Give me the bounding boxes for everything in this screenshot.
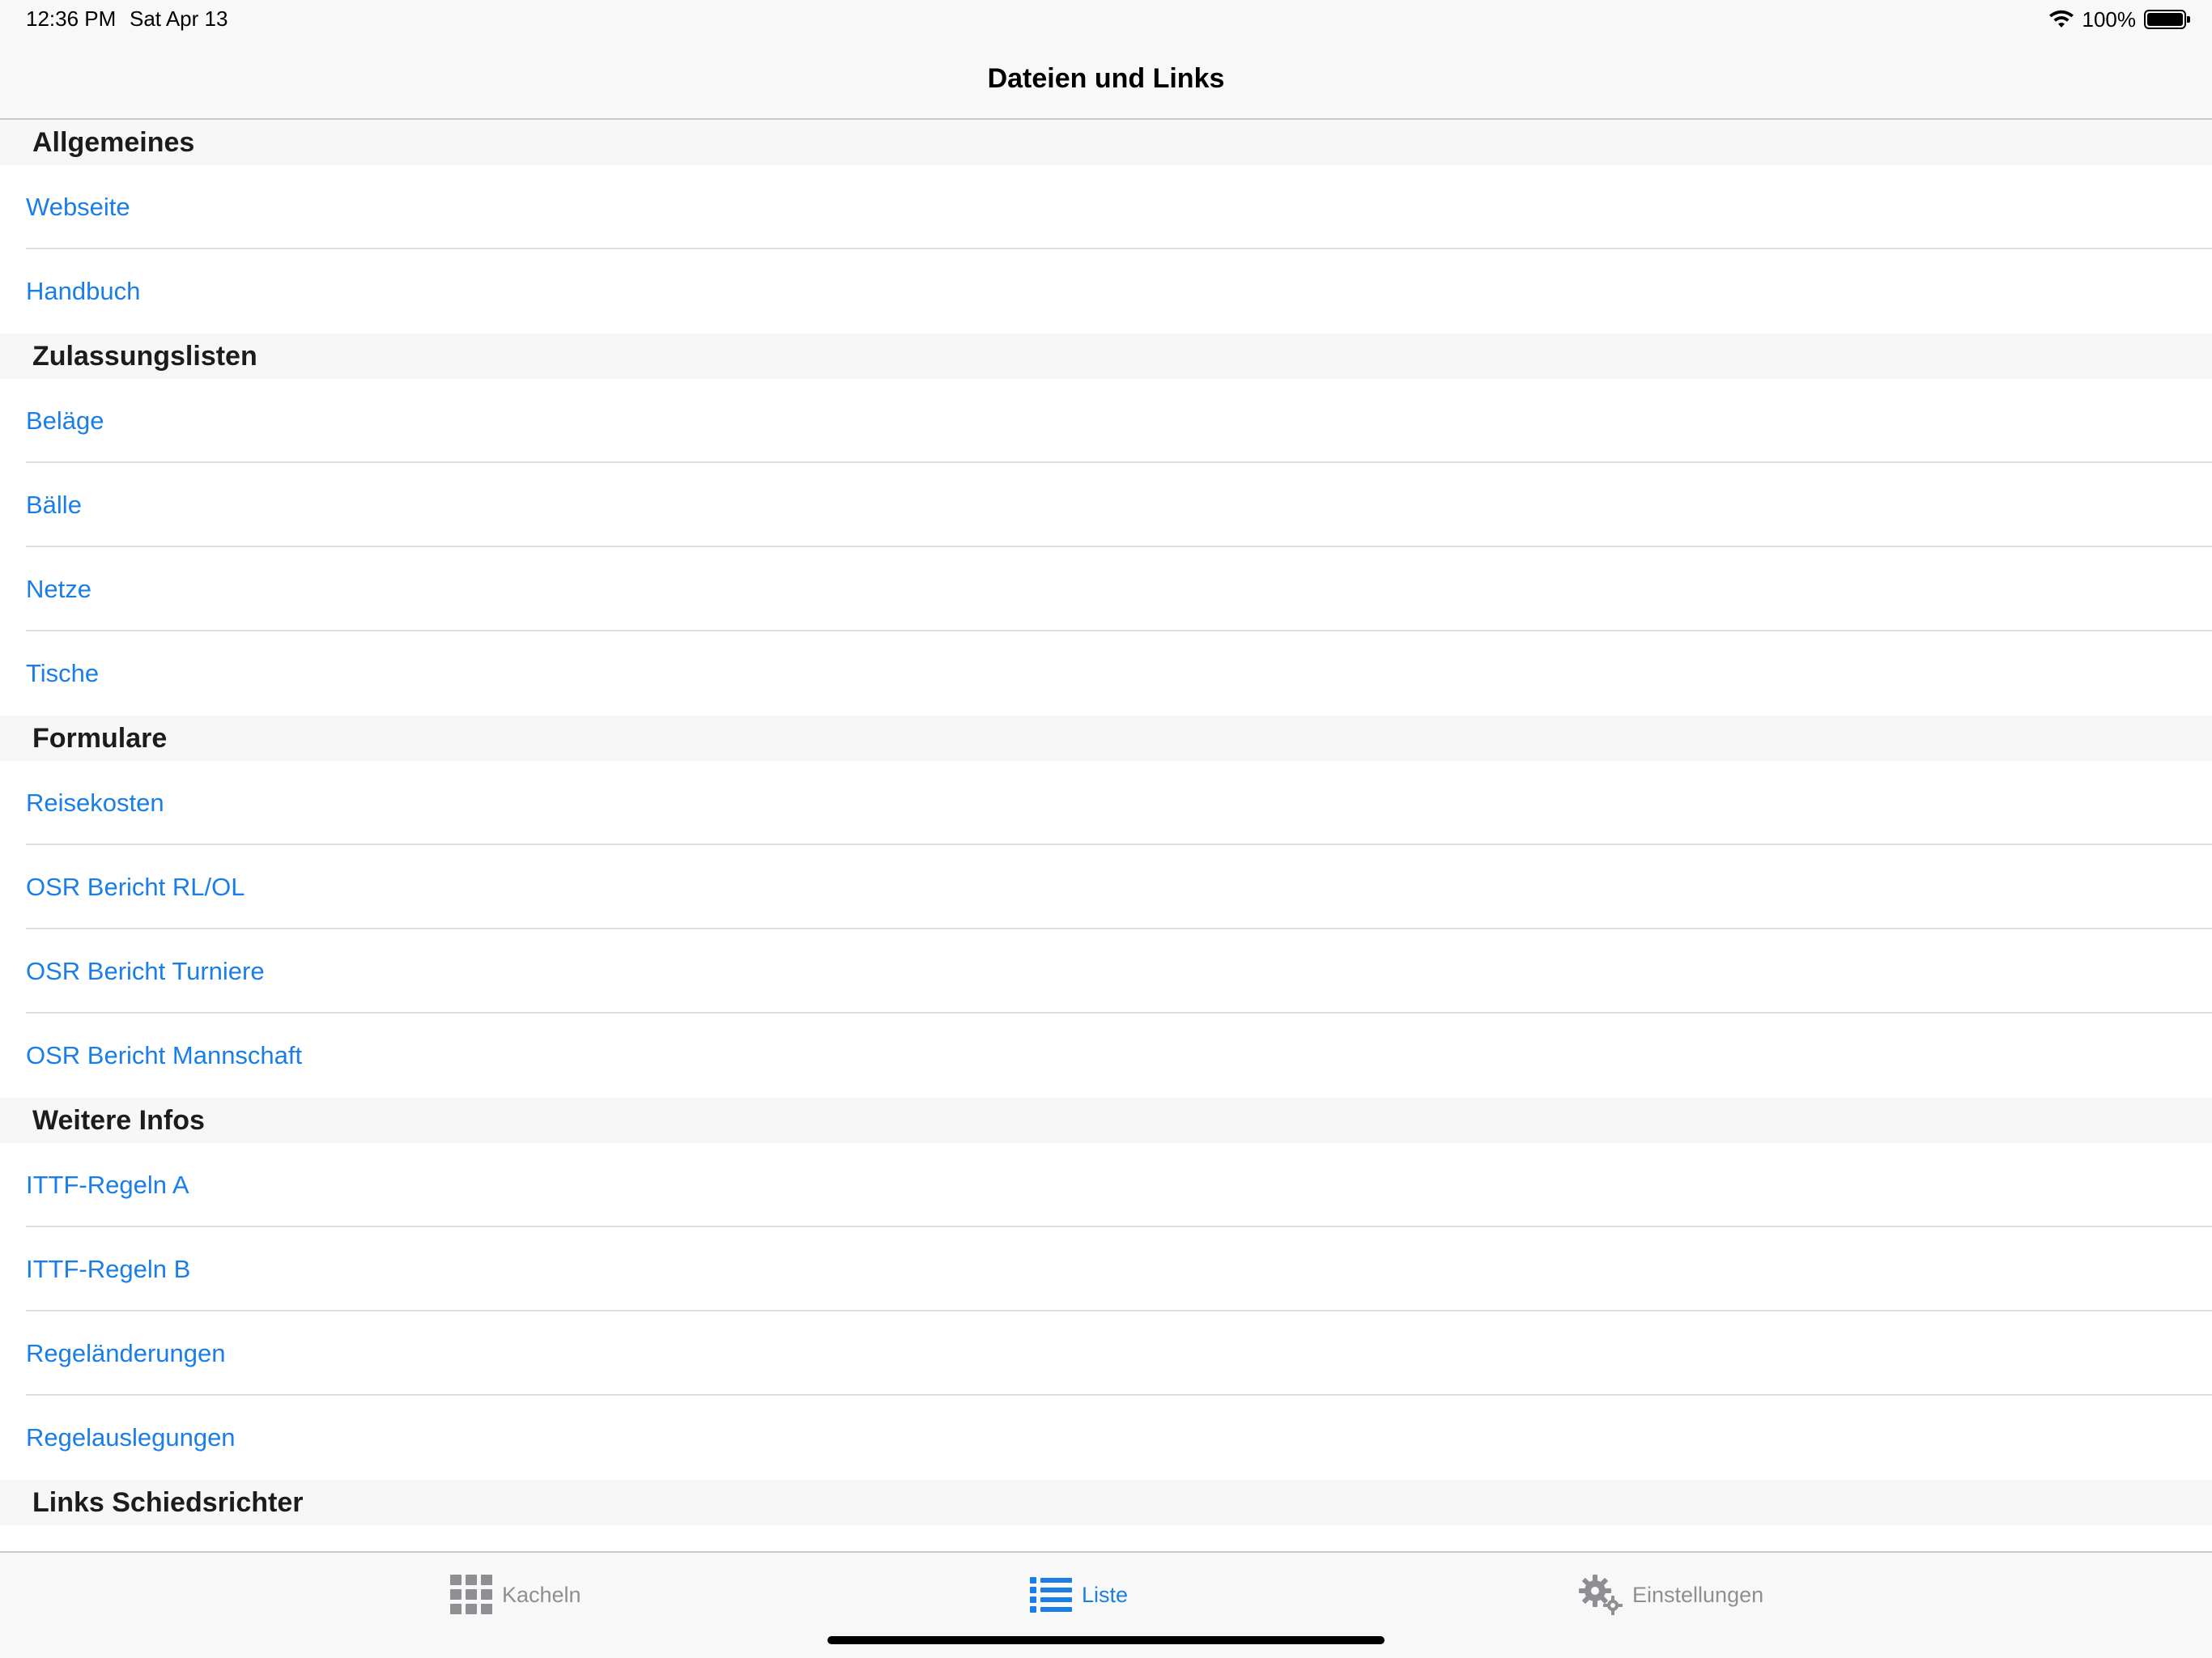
list-item[interactable]: Regeländerungen bbox=[0, 1312, 2212, 1396]
list-item-label: ITTF-Regeln B bbox=[26, 1255, 191, 1283]
list-item-label: Beläge bbox=[26, 406, 104, 435]
battery-fill bbox=[2147, 13, 2183, 26]
tab-label-liste: Liste bbox=[1082, 1582, 1129, 1607]
list-item[interactable]: Bälle bbox=[0, 463, 2212, 547]
page-title: Dateien und Links bbox=[987, 62, 1225, 94]
tab-label-einstellungen: Einstellungen bbox=[1632, 1582, 1764, 1607]
section-header: Formulare bbox=[0, 716, 2212, 761]
list-item-label: Regelauslegungen bbox=[26, 1423, 236, 1452]
list-item[interactable]: Webseite bbox=[0, 165, 2212, 249]
file-link-list[interactable]: Allgemeines Webseite Handbuch Zulassungslis… bbox=[0, 120, 2212, 1551]
list-item[interactable]: Regelauslegungen bbox=[0, 1396, 2212, 1480]
list-item-label: Tische bbox=[26, 659, 100, 687]
list-item[interactable]: OSR Bericht Mannschaft bbox=[0, 1014, 2212, 1098]
list-item-label: Reisekosten bbox=[26, 789, 164, 817]
tab-kacheln[interactable]: Kacheln bbox=[450, 1572, 581, 1618]
home-indicator[interactable] bbox=[827, 1636, 1385, 1644]
section-header: Allgemeines bbox=[0, 120, 2212, 165]
status-bar: 12:36 PM Sat Apr 13 100% bbox=[0, 0, 2212, 39]
battery-percent: 100% bbox=[2082, 6, 2137, 32]
section-header: Links Schiedsrichter bbox=[0, 1480, 2212, 1525]
list-item-label: OSR Bericht Mannschaft bbox=[26, 1041, 303, 1069]
battery-nub bbox=[2187, 16, 2190, 23]
list-item[interactable]: Handbuch bbox=[0, 249, 2212, 334]
list-icon bbox=[1030, 1577, 1072, 1613]
list-item[interactable]: Tische bbox=[0, 631, 2212, 716]
tab-liste[interactable]: Liste bbox=[1030, 1572, 1128, 1618]
status-date: Sat Apr 13 bbox=[130, 6, 228, 31]
list-item-label: Webseite bbox=[26, 193, 130, 221]
list-item-label: Regeländerungen bbox=[26, 1339, 226, 1367]
list-item[interactable]: Reisekosten bbox=[0, 761, 2212, 845]
list-item[interactable]: OSR Bericht Turniere bbox=[0, 929, 2212, 1014]
list-item-label: OSR Bericht Turniere bbox=[26, 957, 265, 985]
battery-icon bbox=[2144, 10, 2190, 29]
grid-icon bbox=[450, 1575, 492, 1614]
tab-label-kacheln: Kacheln bbox=[502, 1582, 581, 1607]
list-item[interactable]: OSR Bericht RL/OL bbox=[0, 845, 2212, 929]
list-item-label: OSR Bericht RL/OL bbox=[26, 873, 245, 901]
list-item[interactable]: ITTF-Regeln A bbox=[0, 1143, 2212, 1227]
list-item-label: Handbuch bbox=[26, 277, 141, 305]
section-header: Zulassungslisten bbox=[0, 334, 2212, 379]
wifi-icon bbox=[2048, 10, 2074, 28]
tab-einstellungen[interactable]: Einstellungen bbox=[1579, 1572, 1763, 1618]
list-item[interactable]: Beläge bbox=[0, 379, 2212, 463]
list-item[interactable]: ITTF-Regeln B bbox=[0, 1227, 2212, 1312]
gear-icon bbox=[1579, 1575, 1623, 1615]
status-time: 12:36 PM bbox=[26, 6, 117, 31]
navigation-bar: Dateien und Links bbox=[0, 39, 2212, 120]
section-header: Weitere Infos bbox=[0, 1098, 2212, 1143]
status-indicators: 100% bbox=[2048, 5, 2190, 34]
list-item-label: Bälle bbox=[26, 491, 82, 519]
list-item-label: ITTF-Regeln A bbox=[26, 1171, 189, 1199]
list-item[interactable]: Netze bbox=[0, 547, 2212, 631]
list-item-label: Netze bbox=[26, 575, 91, 603]
